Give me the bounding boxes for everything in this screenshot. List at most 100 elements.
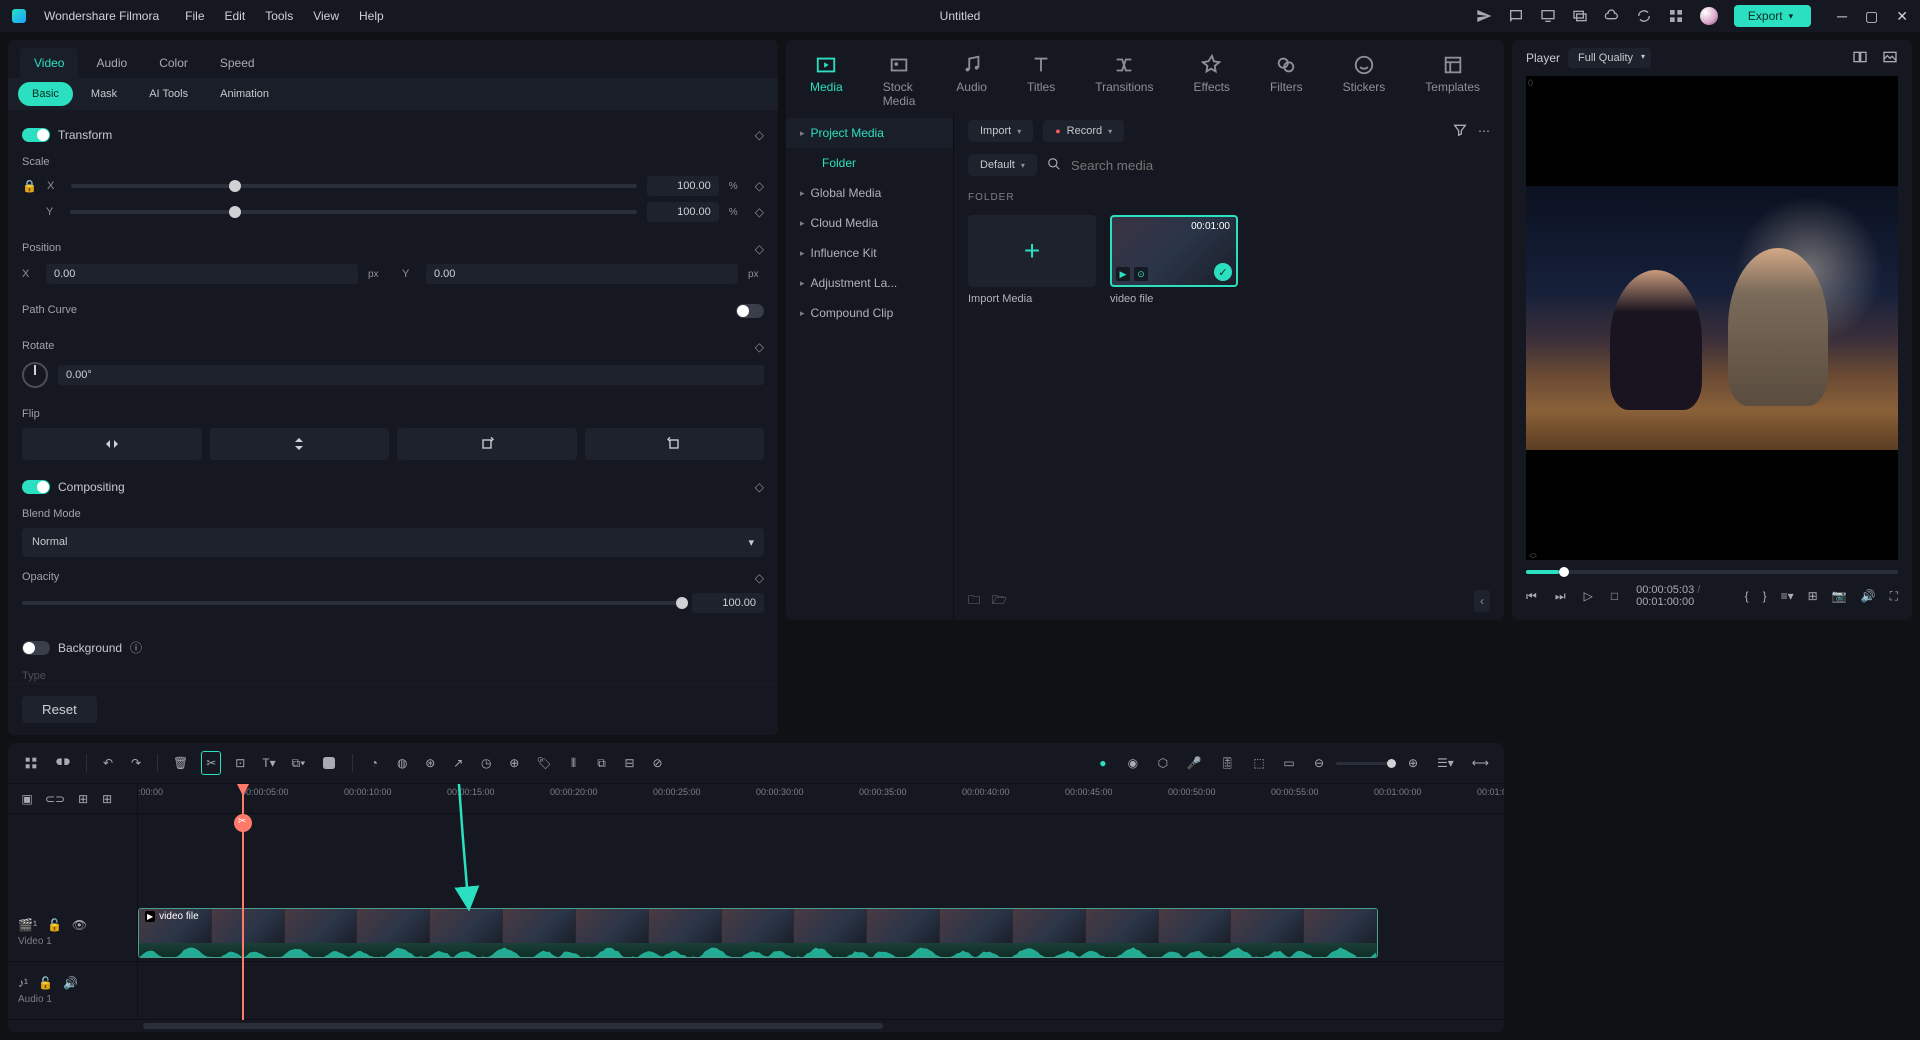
link-icon[interactable] [52,752,74,774]
layout-icon[interactable] [1852,49,1868,68]
preview-viewport[interactable] [1526,76,1898,560]
media-thumb-video[interactable]: 00:01:00 ▶⊙ ✓ video file [1110,215,1238,305]
info-icon[interactable]: ⓘ [130,639,142,656]
tab-speed[interactable]: Speed [206,48,269,78]
blend-mode-select[interactable]: Normal [22,528,764,557]
sidebar-adjustment-layer[interactable]: Adjustment La... [786,268,953,298]
record-button[interactable]: Record [1043,120,1124,142]
list-icon[interactable]: ≡▾ [1781,589,1794,604]
stop-button[interactable]: □ [1611,589,1618,603]
background-toggle[interactable] [22,641,50,655]
hide-video-icon[interactable]: 👁 [72,918,87,932]
text-icon[interactable]: T▾ [259,753,278,773]
minimize-button[interactable]: ─ [1837,8,1847,25]
path-toggle[interactable] [736,304,764,318]
zoom-in-icon[interactable]: ⊕ [1404,753,1422,773]
audio-icon[interactable]: ♪¹ [18,976,28,990]
tab-transitions[interactable]: Transitions [1089,50,1159,112]
lock-video-icon[interactable]: 🔓 [47,918,62,932]
track-link-icon[interactable]: ⊂⊃ [42,789,68,809]
track-toggle-icon[interactable]: ⊞ [74,789,92,809]
menu-edit[interactable]: Edit [225,9,246,23]
more-icon[interactable]: ⋯ [1478,124,1490,138]
color-icon[interactable]: ◍ [393,753,411,773]
stabilize-icon[interactable]: ⊛ [421,753,439,773]
scale-y-slider[interactable] [70,210,637,214]
mark-out-button[interactable]: } [1763,589,1767,604]
flip-v-button[interactable] [210,428,390,460]
tab-titles[interactable]: Titles [1021,50,1061,112]
import-button[interactable]: Import [968,120,1033,142]
sidebar-influence-kit[interactable]: Influence Kit [786,238,953,268]
filter-icon[interactable] [1452,122,1468,141]
rotate-input[interactable]: 0.00° [58,365,764,385]
compositing-toggle[interactable] [22,480,50,494]
sidebar-project-media[interactable]: Project Media [786,118,953,148]
snapshot-icon[interactable]: 📷 [1832,589,1847,604]
sort-dropdown[interactable]: Default [968,154,1037,176]
volume-icon[interactable]: 🔊 [1861,589,1876,604]
user-avatar[interactable] [1700,7,1718,25]
detach-icon[interactable]: ⫴ [565,753,583,774]
refresh-icon[interactable] [1636,8,1652,24]
pos-x-input[interactable]: 0.00 [46,264,358,284]
mark-in-button[interactable]: { [1745,589,1749,604]
opacity-slider[interactable] [22,601,682,605]
step-button[interactable]: ⏭ [1555,589,1566,604]
split-button[interactable]: ✂ [201,751,221,775]
redo-icon[interactable]: ↷ [127,753,145,773]
note-icon[interactable] [1508,8,1524,24]
scale-x-input[interactable]: 100.00 [647,176,719,196]
track-new-icon[interactable]: ▣ [18,789,36,809]
pos-y-input[interactable]: 0.00 [426,264,738,284]
render-icon[interactable]: ● [1094,753,1112,773]
images-icon[interactable] [1572,8,1588,24]
quality-dropdown[interactable]: Full Quality [1568,48,1651,68]
video-track-lane[interactable]: video file [138,904,1504,962]
tab-stock[interactable]: Stock Media [877,50,923,112]
tab-stickers[interactable]: Stickers [1337,50,1392,112]
rotate-dial[interactable] [22,362,48,388]
scale-y-input[interactable]: 100.00 [647,202,719,222]
screen-icon[interactable]: ⊞ [1808,589,1818,604]
subtab-basic[interactable]: Basic [18,82,73,106]
tab-video[interactable]: Video [20,48,78,78]
menu-tools[interactable]: Tools [265,9,293,23]
tab-templates[interactable]: Templates [1419,50,1486,112]
tab-media[interactable]: Media [804,50,849,112]
zoom-slider[interactable] [1336,762,1396,765]
target-icon[interactable]: ⊕ [505,753,523,773]
playhead[interactable]: ✂ [242,784,244,1020]
fit-icon[interactable]: ⟷ [1469,753,1492,773]
mic-icon[interactable]: 🎤 [1184,753,1205,773]
speed-icon[interactable]: ◔ [365,753,383,773]
collapse-sidebar[interactable]: ‹ [1474,590,1490,612]
copy-icon[interactable]: ⧉▾ [289,753,309,774]
rotate-ccw-button[interactable] [585,428,765,460]
transform-toggle[interactable] [22,128,50,142]
video-clip[interactable]: video file [138,908,1378,958]
sidebar-cloud-media[interactable]: Cloud Media [786,208,953,238]
tag-icon[interactable]: 🏷 [533,753,554,773]
audio-track-lane[interactable] [138,962,1504,1020]
reset-button[interactable]: Reset [22,696,97,723]
timeline-scrollbar[interactable] [8,1020,1504,1032]
tab-audio-insp[interactable]: Audio [82,48,141,78]
tab-color[interactable]: Color [145,48,202,78]
prev-frame-button[interactable]: ⏮ [1526,589,1537,604]
ratio-icon[interactable]: ▭ [1280,753,1298,773]
zoom-out-icon[interactable]: ⊖ [1310,753,1328,773]
opacity-input[interactable]: 100.00 [692,593,764,613]
export-clip-icon[interactable]: ↗ [449,753,467,773]
sidebar-global-media[interactable]: Global Media [786,178,953,208]
mixer-icon[interactable]: 🎚 [1217,753,1238,773]
export-button[interactable]: Export [1734,5,1811,27]
search-input[interactable] [1071,158,1490,173]
maximize-button[interactable]: ▢ [1865,8,1878,25]
subtab-animation[interactable]: Animation [206,82,283,106]
marker2-icon[interactable]: ⬡ [1154,753,1172,773]
delete-icon[interactable]: 🗑 [170,753,191,773]
image-icon[interactable] [1882,49,1898,68]
subtab-mask[interactable]: Mask [77,82,131,106]
menu-view[interactable]: View [313,9,339,23]
